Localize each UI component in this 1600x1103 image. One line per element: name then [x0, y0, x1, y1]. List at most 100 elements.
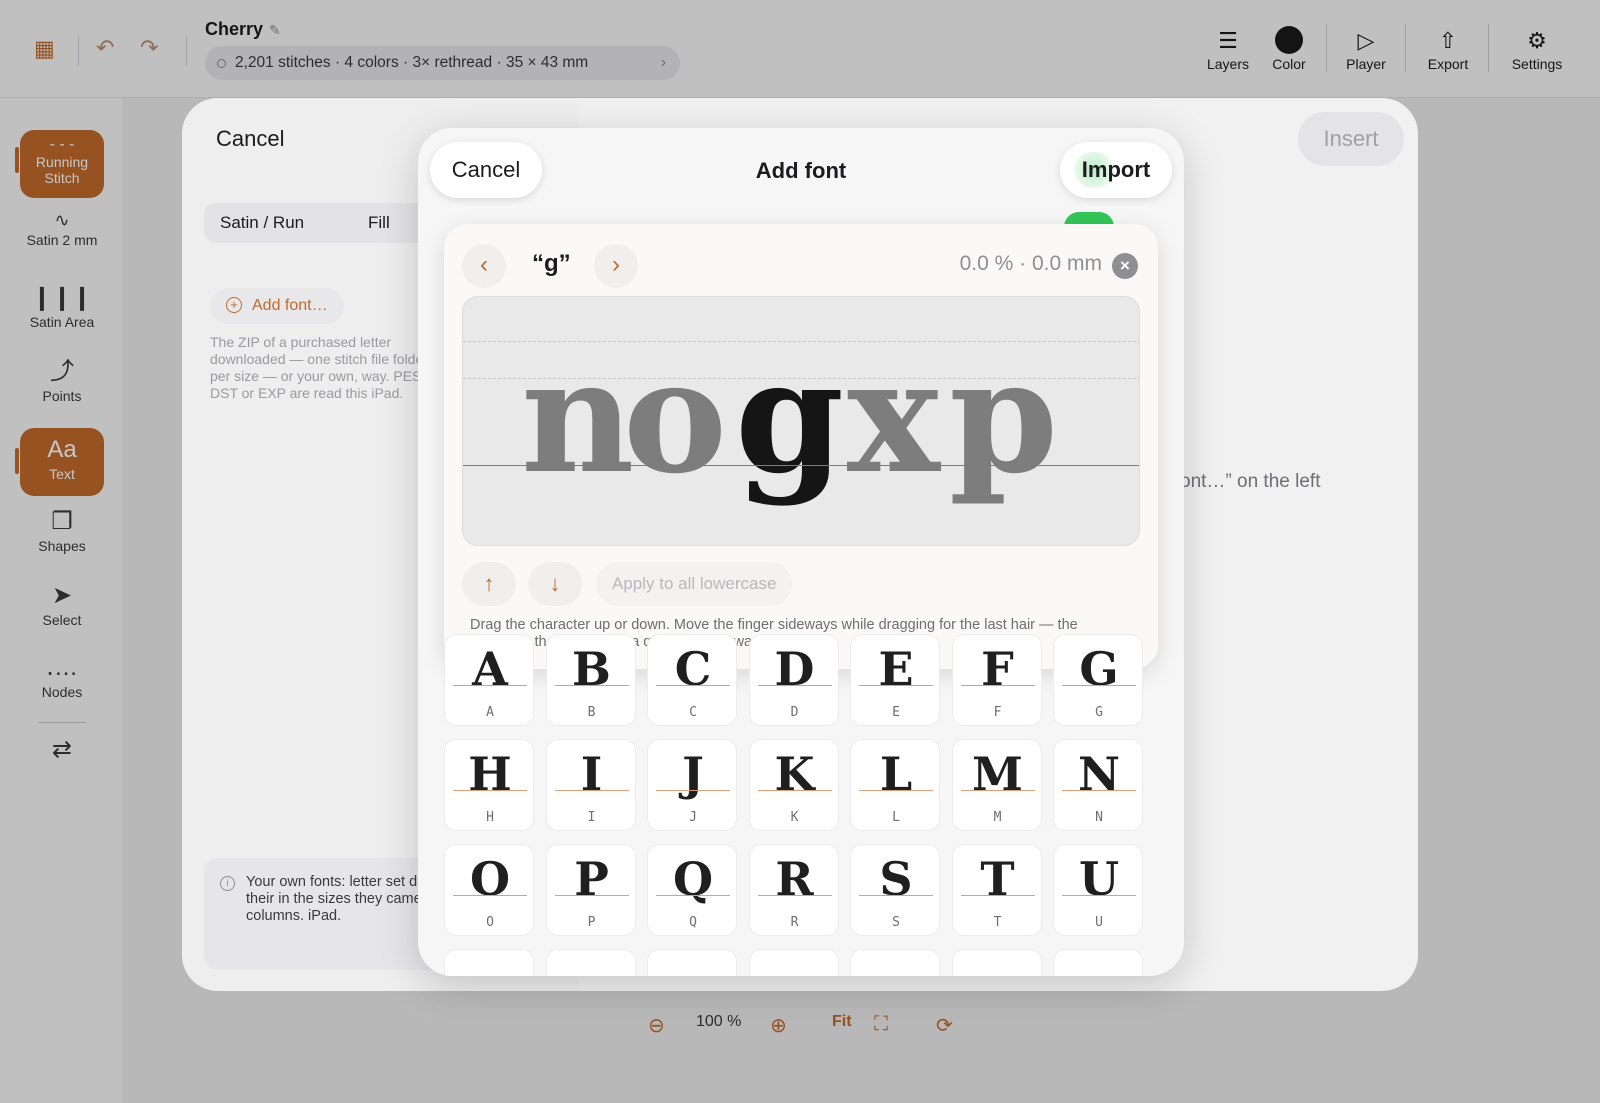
letter-tile[interactable]	[951, 949, 1042, 976]
letter-caption: Q	[689, 915, 697, 930]
next-glyph-button[interactable]: ›	[594, 244, 638, 288]
letter-tile-n[interactable]: NN	[1053, 739, 1143, 831]
letter-tile-s[interactable]: SS	[850, 844, 940, 936]
letter-caption: I	[587, 810, 596, 825]
letter-caption: N	[1095, 810, 1103, 825]
letter-glyph: O	[469, 852, 511, 906]
letter-caption: L	[892, 810, 900, 825]
letter-baseline	[453, 895, 527, 896]
apply-all-lowercase-button[interactable]: Apply to all lowercase	[596, 562, 793, 606]
letter-caption: B	[587, 705, 596, 720]
insert-button[interactable]: Insert	[1298, 112, 1404, 166]
info-icon: i	[220, 876, 235, 891]
letter-tile-e[interactable]: EE	[850, 634, 940, 726]
close-icon: ×	[1120, 256, 1130, 275]
preview-glyph: o	[623, 325, 727, 508]
letter-caption: C	[689, 705, 697, 720]
move-down-button[interactable]: ↓	[528, 562, 582, 606]
letter-caption: T	[993, 915, 1002, 930]
letter-tile-k[interactable]: KK	[748, 739, 839, 831]
letter-baseline	[757, 895, 832, 896]
add-font-button[interactable]: + Add font…	[210, 288, 344, 324]
letter-tile[interactable]	[748, 949, 839, 976]
letter-tile-i[interactable]: II	[545, 739, 636, 831]
letter-tile-o[interactable]: OO	[444, 844, 534, 936]
letter-tile-m[interactable]: MM	[951, 739, 1042, 831]
previous-glyph-button[interactable]: ‹	[462, 244, 506, 288]
plus-icon: +	[226, 297, 242, 313]
add-font-modal: Cancel Add font Import ‹ “g” › 0.0 % · 0…	[418, 128, 1184, 976]
glyph-editor: ‹ “g” › 0.0 % · 0.0 mm × n o g x p ↑ ↓ A…	[444, 224, 1158, 669]
letter-glyph: T	[980, 852, 1015, 906]
letter-tile[interactable]	[444, 949, 534, 976]
letter-baseline	[859, 790, 933, 791]
segment-satin-run[interactable]: Satin / Run	[220, 213, 304, 233]
chevron-left-icon: ‹	[480, 251, 488, 278]
offset-readout: 0.0 % · 0.0 mm	[959, 252, 1102, 275]
letter-baseline	[554, 685, 629, 686]
segment-fill[interactable]: Fill	[368, 213, 390, 233]
letter-glyph: Q	[672, 852, 714, 906]
letter-caption: H	[486, 810, 494, 825]
letter-glyph: J	[682, 747, 704, 801]
letter-glyph: F	[981, 642, 1014, 696]
letter-glyph: S	[879, 852, 913, 906]
letter-tile-c[interactable]: CC	[647, 634, 737, 726]
letter-glyph: U	[1078, 852, 1120, 906]
letter-baseline	[960, 895, 1035, 896]
letter-caption: K	[790, 810, 799, 825]
empty-hint: ont…” on the left	[1180, 471, 1321, 492]
letter-baseline	[656, 685, 730, 686]
letter-caption: D	[790, 705, 799, 720]
selected-glyph[interactable]: g	[735, 317, 844, 517]
letter-baseline	[656, 790, 730, 791]
letter-baseline	[1062, 685, 1136, 686]
letter-glyph: L	[879, 747, 913, 801]
sheet-cancel-button[interactable]: Cancel	[216, 126, 284, 152]
letter-tile[interactable]	[850, 949, 940, 976]
letter-baseline	[554, 790, 629, 791]
letter-glyph: R	[775, 852, 814, 906]
letter-tile-l[interactable]: LL	[850, 739, 940, 831]
letter-glyph: H	[468, 747, 512, 801]
letter-tile-h[interactable]: HH	[444, 739, 534, 831]
letter-caption: U	[1095, 915, 1103, 930]
letter-caption: S	[892, 915, 900, 930]
letter-baseline	[757, 790, 832, 791]
letter-glyph: B	[572, 642, 611, 696]
glyph-canvas[interactable]: n o g x p	[462, 296, 1140, 546]
letter-baseline	[859, 895, 933, 896]
letter-baseline	[1062, 895, 1136, 896]
letter-caption: J	[689, 810, 697, 825]
letter-glyph: G	[1079, 642, 1119, 696]
glyph-label: “g”	[532, 250, 571, 277]
letter-caption: O	[486, 915, 494, 930]
letter-caption: P	[587, 915, 596, 930]
letter-tile-r[interactable]: RR	[748, 844, 839, 936]
letter-tile-t[interactable]: TT	[951, 844, 1042, 936]
chevron-right-icon: ›	[612, 251, 620, 278]
letter-tile[interactable]	[1053, 949, 1143, 976]
import-help-text: The ZIP of a purchased letter downloaded…	[210, 334, 428, 401]
move-up-button[interactable]: ↑	[462, 562, 516, 606]
letter-tile-q[interactable]: QQ	[647, 844, 737, 936]
letter-tile-d[interactable]: DD	[748, 634, 839, 726]
close-editor-button[interactable]: ×	[1112, 253, 1138, 279]
letter-tile-f[interactable]: FF	[951, 634, 1042, 726]
letter-tile-u[interactable]: UU	[1053, 844, 1143, 936]
letter-tile-p[interactable]: PP	[545, 844, 636, 936]
letter-glyph: E	[878, 642, 914, 696]
letter-tile-a[interactable]: AA	[444, 634, 534, 726]
letter-caption: E	[892, 705, 900, 720]
arrow-down-icon: ↓	[549, 571, 561, 596]
letter-tile-b[interactable]: BB	[545, 634, 636, 726]
letter-caption: M	[993, 810, 1002, 825]
letter-tile-j[interactable]: JJ	[647, 739, 737, 831]
letter-tile[interactable]	[545, 949, 636, 976]
import-button[interactable]: Import	[1060, 142, 1172, 198]
letter-baseline	[1062, 790, 1136, 791]
preview-glyph: n	[521, 325, 634, 508]
letter-tile[interactable]	[647, 949, 737, 976]
preview-glyph: p	[949, 325, 1058, 508]
letter-tile-g[interactable]: GG	[1053, 634, 1143, 726]
